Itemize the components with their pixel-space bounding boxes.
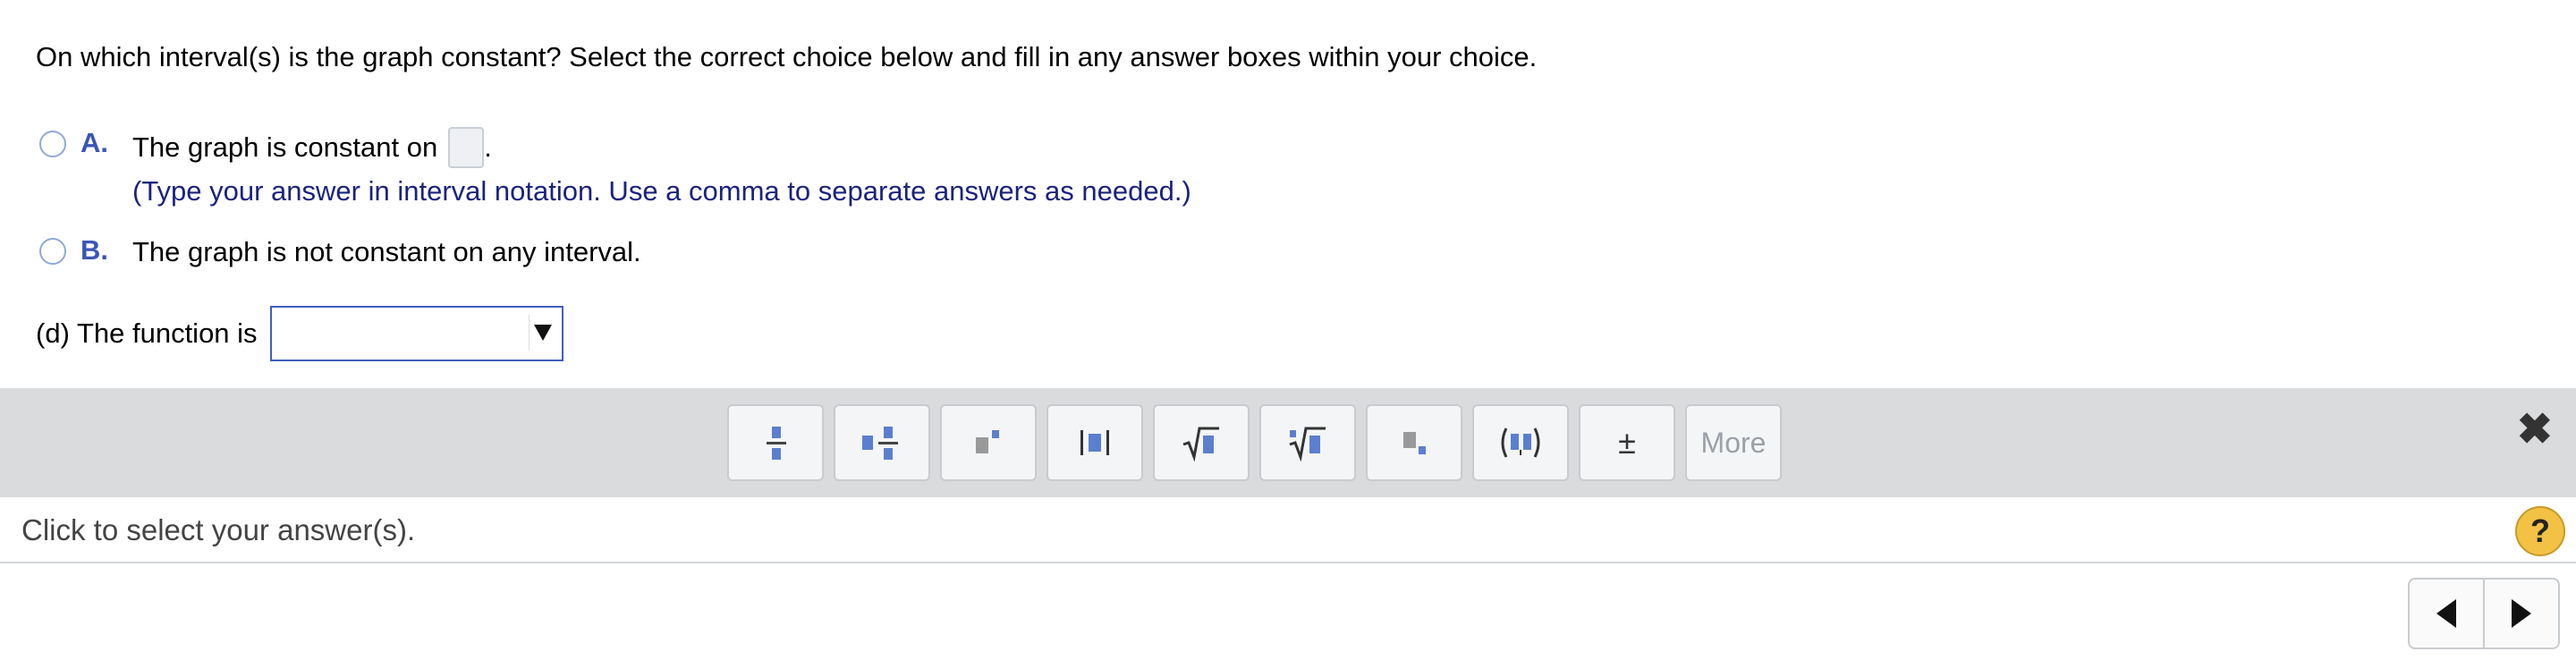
close-toolbar-icon[interactable]: ✖	[2517, 404, 2553, 454]
square-root-button[interactable]	[1153, 404, 1250, 481]
interval-answer-box[interactable]	[448, 127, 485, 168]
math-toolbar: ± More ✖	[0, 388, 2576, 497]
choice-b-text: The graph is not constant on any interva…	[132, 236, 641, 267]
interval-button[interactable]	[1472, 404, 1569, 481]
fraction-icon	[767, 427, 786, 460]
choice-a-period: .	[484, 131, 492, 163]
nth-root-icon	[1289, 427, 1326, 462]
arrow-left-icon	[2436, 599, 2456, 628]
plus-minus-button[interactable]: ±	[1579, 404, 1675, 481]
mixed-number-icon	[862, 427, 898, 460]
dropdown-arrow-icon[interactable]	[528, 315, 556, 351]
status-bar: Click to select your answer(s). ?	[0, 497, 2576, 563]
status-text: Click to select your answer(s).	[21, 513, 416, 546]
choice-a-text: The graph is constant on	[132, 131, 438, 163]
choice-a-letter: A.	[80, 127, 108, 158]
radio-a[interactable]	[39, 131, 66, 157]
previous-button[interactable]	[2410, 580, 2483, 647]
next-button[interactable]	[2483, 580, 2558, 647]
nth-root-button[interactable]	[1259, 404, 1356, 481]
question-text: On which interval(s) is the graph consta…	[36, 41, 1538, 72]
choice-b-letter: B.	[80, 234, 108, 266]
fraction-button[interactable]	[727, 404, 824, 481]
navigation-buttons	[2408, 578, 2560, 649]
part-d: (d) The function is	[36, 306, 564, 361]
absolute-value-icon	[1080, 430, 1109, 455]
mixed-number-button[interactable]	[834, 404, 930, 481]
square-root-icon	[1182, 427, 1219, 462]
more-label: More	[1700, 426, 1767, 459]
function-dropdown[interactable]	[269, 306, 564, 361]
help-icon[interactable]: ?	[2515, 506, 2565, 556]
exponent-button[interactable]	[940, 404, 1037, 481]
exponent-icon	[976, 430, 999, 453]
plus-minus-icon: ±	[1618, 424, 1636, 461]
subscript-button[interactable]	[1366, 404, 1462, 481]
interval-icon	[1501, 427, 1540, 458]
choice-b[interactable]: B. The graph is not constant on any inte…	[39, 234, 641, 270]
choice-a[interactable]: A. The graph is constant on . (Type your…	[39, 127, 1191, 209]
absolute-value-button[interactable]	[1046, 404, 1143, 481]
subscript-icon	[1403, 432, 1426, 454]
radio-b[interactable]	[39, 238, 66, 265]
part-d-label: (d) The function is	[36, 317, 258, 349]
arrow-right-icon	[2512, 599, 2531, 628]
more-button[interactable]: More	[1685, 404, 1782, 481]
choice-a-hint: (Type your answer in interval notation. …	[132, 175, 1191, 207]
